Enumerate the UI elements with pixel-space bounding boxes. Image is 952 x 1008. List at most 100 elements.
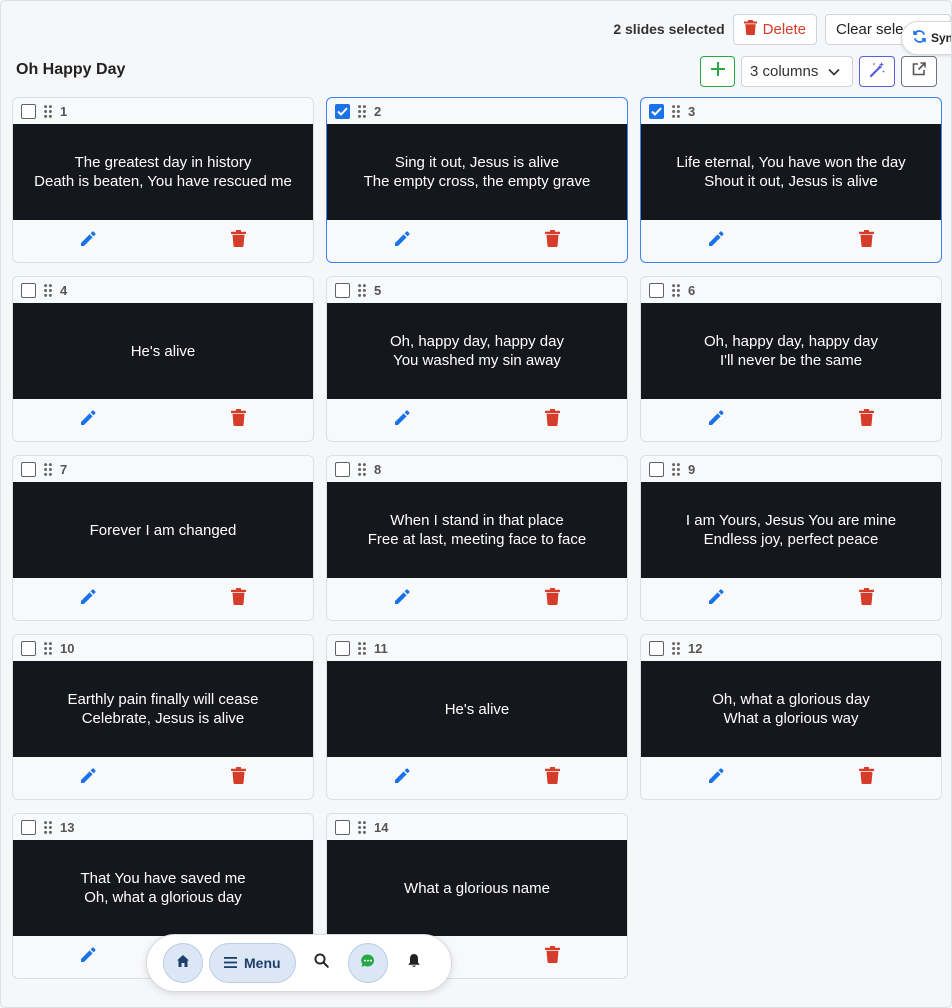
drag-handle-icon[interactable] [43, 820, 53, 834]
slide-checkbox[interactable] [649, 103, 664, 119]
sync-icon [912, 29, 927, 47]
chat-button[interactable] [347, 943, 388, 983]
drag-handle-icon[interactable] [671, 462, 681, 476]
delete-slide-button[interactable] [477, 399, 627, 441]
delete-slide-button[interactable] [163, 578, 313, 620]
delete-slide-button[interactable] [163, 757, 313, 799]
slide-preview[interactable]: Oh, happy day, happy day You washed my si… [327, 303, 627, 399]
slide-preview[interactable]: Earthly pain finally will cease Celebrate… [13, 661, 313, 757]
slide-card[interactable]: 9 I am Yours, Jesus You are mine Endless … [640, 455, 942, 621]
slide-card[interactable]: 4 He's alive [12, 276, 314, 442]
drag-handle-icon[interactable] [357, 641, 367, 655]
slide-checkbox[interactable] [335, 461, 350, 477]
search-button[interactable] [302, 943, 342, 983]
trash-icon [230, 409, 246, 431]
slide-checkbox[interactable] [21, 819, 36, 835]
slide-preview[interactable]: Sing it out, Jesus is alive The empty cro… [327, 124, 627, 220]
slide-preview[interactable]: Forever I am changed [13, 482, 313, 578]
open-external-button[interactable] [901, 56, 937, 87]
edit-slide-button[interactable] [13, 220, 163, 262]
slide-card[interactable]: 5 Oh, happy day, happy day You washed my … [326, 276, 628, 442]
columns-select[interactable]: 3 columns [741, 56, 853, 87]
pencil-icon [79, 409, 97, 432]
slide-checkbox[interactable] [335, 282, 350, 298]
edit-slide-button[interactable] [327, 399, 477, 441]
slide-checkbox[interactable] [335, 103, 350, 119]
drag-handle-icon[interactable] [357, 820, 367, 834]
delete-slide-button[interactable] [477, 220, 627, 262]
slide-checkbox[interactable] [649, 640, 664, 656]
slide-card[interactable]: 6 Oh, happy day, happy day I'll never be … [640, 276, 942, 442]
slide-card[interactable]: 12 Oh, what a glorious day What a gloriou… [640, 634, 942, 800]
edit-slide-button[interactable] [641, 399, 791, 441]
slide-card[interactable]: 3 Life eternal, You have won the day Shou… [640, 97, 942, 263]
sync-button[interactable]: Sync [901, 21, 951, 55]
slide-preview[interactable]: Oh, happy day, happy day I'll never be th… [641, 303, 941, 399]
delete-slide-button[interactable] [791, 757, 941, 799]
drag-handle-icon[interactable] [671, 283, 681, 297]
slide-card-header: 5 [327, 277, 627, 303]
trash-icon [858, 767, 874, 789]
slide-checkbox[interactable] [21, 640, 36, 656]
slide-preview[interactable]: The greatest day in history Death is beat… [13, 124, 313, 220]
slide-preview[interactable]: Life eternal, You have won the day Shout … [641, 124, 941, 220]
edit-slide-button[interactable] [13, 936, 163, 978]
slide-preview[interactable]: That You have saved me Oh, what a gloriou… [13, 840, 313, 936]
edit-slide-button[interactable] [13, 757, 163, 799]
slide-preview[interactable]: He's alive [13, 303, 313, 399]
slide-checkbox[interactable] [21, 103, 36, 119]
slide-checkbox[interactable] [649, 461, 664, 477]
menu-button[interactable]: Menu [209, 943, 296, 983]
notifications-button[interactable] [394, 943, 434, 983]
home-button[interactable] [163, 943, 203, 983]
delete-slide-button[interactable] [791, 220, 941, 262]
drag-handle-icon[interactable] [43, 641, 53, 655]
delete-slide-button[interactable] [791, 399, 941, 441]
edit-slide-button[interactable] [641, 220, 791, 262]
edit-slide-button[interactable] [641, 578, 791, 620]
slide-preview[interactable]: When I stand in that place Free at last, … [327, 482, 627, 578]
slide-preview[interactable]: I am Yours, Jesus You are mine Endless jo… [641, 482, 941, 578]
slide-card[interactable]: 10 Earthly pain finally will cease Celebr… [12, 634, 314, 800]
magic-wand-icon [869, 61, 886, 83]
delete-slide-button[interactable] [163, 220, 313, 262]
slide-card[interactable]: 1 The greatest day in history Death is be… [12, 97, 314, 263]
drag-handle-icon[interactable] [43, 462, 53, 476]
edit-slide-button[interactable] [327, 220, 477, 262]
slide-card[interactable]: 11 He's alive [326, 634, 628, 800]
slide-checkbox[interactable] [21, 461, 36, 477]
edit-slide-button[interactable] [13, 399, 163, 441]
delete-slide-button[interactable] [791, 578, 941, 620]
delete-slide-button[interactable] [163, 399, 313, 441]
slide-card[interactable]: 7 Forever I am changed [12, 455, 314, 621]
slide-preview[interactable]: He's alive [327, 661, 627, 757]
trash-icon [544, 409, 560, 431]
magic-wand-button[interactable] [859, 56, 895, 87]
drag-handle-icon[interactable] [357, 283, 367, 297]
drag-handle-icon[interactable] [357, 104, 367, 118]
edit-slide-button[interactable] [327, 578, 477, 620]
slide-card[interactable]: 8 When I stand in that place Free at last… [326, 455, 628, 621]
add-slide-button[interactable] [700, 56, 735, 87]
slide-line: He's alive [130, 342, 196, 360]
drag-handle-icon[interactable] [357, 462, 367, 476]
drag-handle-icon[interactable] [671, 641, 681, 655]
drag-handle-icon[interactable] [43, 104, 53, 118]
drag-handle-icon[interactable] [671, 104, 681, 118]
delete-slide-button[interactable] [477, 757, 627, 799]
slide-checkbox[interactable] [649, 282, 664, 298]
edit-slide-button[interactable] [641, 757, 791, 799]
slide-preview[interactable]: Oh, what a glorious day What a glorious w… [641, 661, 941, 757]
edit-slide-button[interactable] [13, 578, 163, 620]
delete-slide-button[interactable] [477, 936, 627, 978]
slide-checkbox[interactable] [21, 282, 36, 298]
slide-checkbox[interactable] [335, 640, 350, 656]
slide-preview[interactable]: What a glorious name [327, 840, 627, 936]
delete-slide-button[interactable] [477, 578, 627, 620]
drag-handle-icon[interactable] [43, 283, 53, 297]
slide-line: The empty cross, the empty grave [363, 173, 591, 190]
slide-card[interactable]: 2 Sing it out, Jesus is alive The empty c… [326, 97, 628, 263]
delete-selected-button[interactable]: Delete [732, 13, 817, 45]
slide-checkbox[interactable] [335, 819, 350, 835]
edit-slide-button[interactable] [327, 757, 477, 799]
